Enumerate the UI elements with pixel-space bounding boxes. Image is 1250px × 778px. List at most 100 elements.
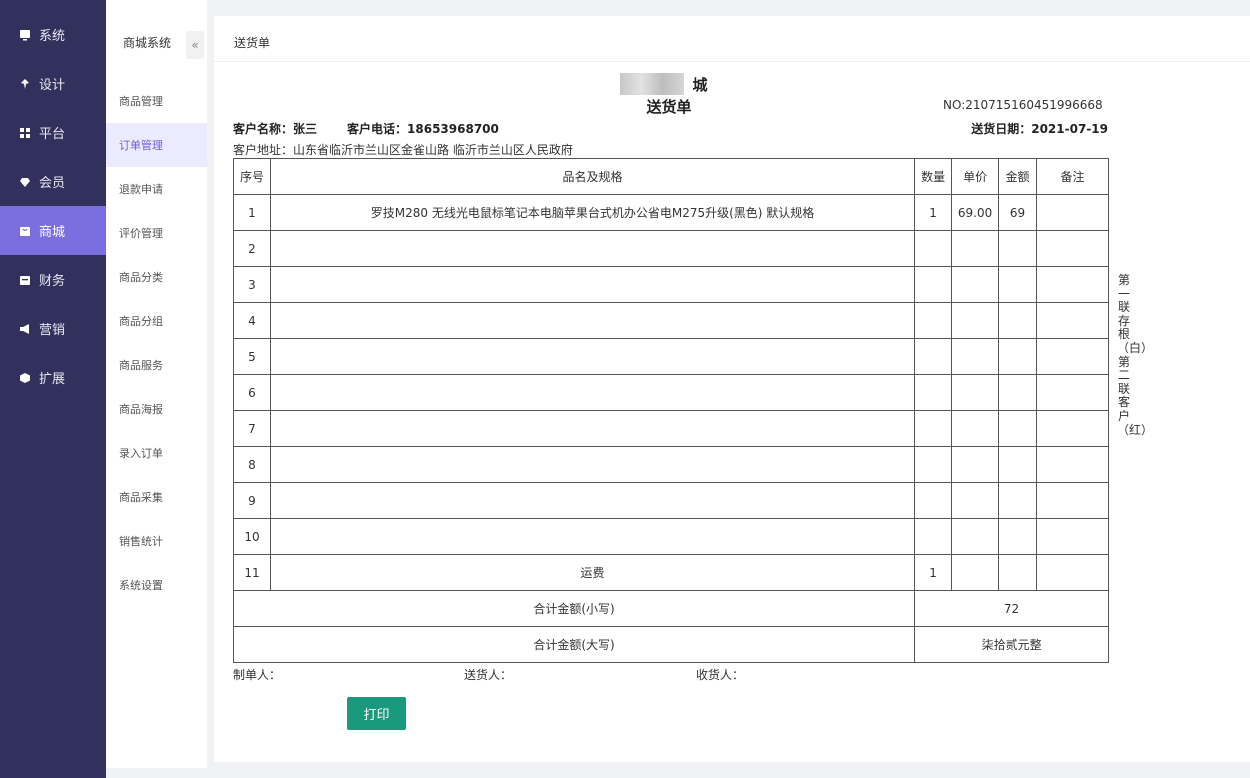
cell-no: 6 bbox=[233, 374, 271, 411]
subnav-item-9[interactable]: 商品采集 bbox=[106, 475, 207, 519]
sidebar-item-4[interactable]: 商城 bbox=[0, 206, 106, 255]
cell-note bbox=[1036, 266, 1109, 303]
goods-table: 序号 品名及规格 数量 单价 金额 备注 1 罗技M280 无线光电鼠标笔记本电脑… bbox=[232, 158, 1109, 663]
subnav-item-4[interactable]: 商品分类 bbox=[106, 255, 207, 299]
cell-note bbox=[1036, 410, 1109, 447]
table-row: 5 bbox=[233, 338, 1109, 375]
cell-qty bbox=[914, 230, 953, 267]
sidebar-item-2[interactable]: 平台 bbox=[0, 108, 106, 157]
table-row: 9 bbox=[233, 482, 1109, 519]
cell-name bbox=[269, 302, 916, 339]
total-big-label: 合计金额(大写) bbox=[232, 626, 916, 663]
table-row: 4 bbox=[233, 302, 1109, 339]
cell-note bbox=[1036, 554, 1109, 591]
subnav-item-6[interactable]: 商品服务 bbox=[106, 343, 207, 387]
cell-name: 罗技M280 无线光电鼠标笔记本电脑苹果台式机办公省电M275升级(黑色) 默认… bbox=[269, 194, 916, 231]
cell-price bbox=[951, 374, 1000, 411]
cell-qty bbox=[914, 266, 953, 303]
cell-no: 2 bbox=[233, 230, 271, 267]
total-big-row: 合计金额(大写) 柒拾贰元整 bbox=[232, 626, 1109, 663]
cell-qty bbox=[914, 518, 953, 555]
cell-price bbox=[951, 518, 1000, 555]
print-button[interactable]: 打印 bbox=[347, 697, 406, 730]
total-small-label: 合计金额(小写) bbox=[232, 590, 916, 627]
col-header-note: 备注 bbox=[1036, 158, 1109, 195]
cell-note bbox=[1036, 374, 1109, 411]
subnav-item-2[interactable]: 退款申请 bbox=[106, 167, 207, 211]
cell-no: 3 bbox=[233, 266, 271, 303]
cell-amount bbox=[998, 518, 1038, 555]
total-small-value: 72 bbox=[914, 590, 1109, 627]
cell-qty: 1 bbox=[914, 194, 953, 231]
sidebar-item-5[interactable]: 财务 bbox=[0, 255, 106, 304]
cell-qty bbox=[914, 446, 953, 483]
system-icon bbox=[18, 28, 31, 41]
cell-name bbox=[269, 410, 916, 447]
subnav-item-3[interactable]: 评价管理 bbox=[106, 211, 207, 255]
table-row: 1 罗技M280 无线光电鼠标笔记本电脑苹果台式机办公省电M275升级(黑色) 默… bbox=[233, 194, 1109, 231]
subnav-item-10[interactable]: 销售统计 bbox=[106, 519, 207, 563]
customer-address: 客户地址：山东省临沂市兰山区金雀山路 临沂市兰山区人民政府 bbox=[233, 143, 573, 157]
cell-no: 10 bbox=[233, 518, 271, 555]
table-row: 3 bbox=[233, 266, 1109, 303]
sidebar-item-6[interactable]: 营销 bbox=[0, 304, 106, 353]
pin-icon bbox=[18, 77, 31, 90]
receiver-label: 收货人： bbox=[696, 668, 745, 682]
cell-amount bbox=[998, 482, 1038, 519]
secondary-sidebar: 商城系统 « 商品管理 订单管理 退款申请 评价管理 商品分类 商品分组 商品服务 商品海报录… bbox=[106, 0, 207, 768]
deliverer-label: 送货人： bbox=[464, 668, 513, 682]
top-strip bbox=[207, 0, 1250, 11]
subnav-item-11[interactable]: 系统设置 bbox=[106, 563, 207, 607]
subnav-item-7[interactable]: 商品海报 bbox=[106, 387, 207, 431]
col-header-index: 序号 bbox=[233, 158, 271, 195]
cell-amount: 69 bbox=[998, 194, 1038, 231]
sidebar-item-0[interactable]: 系统 bbox=[0, 10, 106, 59]
cell-amount bbox=[998, 338, 1038, 375]
sidebar-item-7[interactable]: 扩展 bbox=[0, 353, 106, 402]
delivery-date: 送货日期：2021-07-19 bbox=[971, 122, 1108, 136]
sidebar-item-label: 设计 bbox=[39, 78, 66, 93]
cell-price: 69.00 bbox=[951, 194, 1000, 231]
cell-qty bbox=[914, 482, 953, 519]
cell-no: 7 bbox=[233, 410, 271, 447]
table-row: 2 bbox=[233, 230, 1109, 267]
cell-no: 1 bbox=[233, 194, 271, 231]
cell-no: 4 bbox=[233, 302, 271, 339]
cell-price bbox=[951, 410, 1000, 447]
sidebar-item-1[interactable]: 设计 bbox=[0, 59, 106, 108]
shop-name-text: 城 bbox=[692, 76, 708, 94]
cell-amount bbox=[998, 374, 1038, 411]
cell-qty bbox=[914, 374, 953, 411]
main-panel: 送货单 城 送货单 NO:210715160451996668 客户名称：张三客… bbox=[214, 16, 1250, 762]
document-title: 送货单 bbox=[646, 98, 692, 116]
cell-qty bbox=[914, 338, 953, 375]
cell-price bbox=[951, 446, 1000, 483]
customer-name: 客户名称：张三 bbox=[233, 122, 318, 136]
table-row: 10 bbox=[233, 518, 1109, 555]
cell-name bbox=[269, 482, 916, 519]
cell-name: 运费 bbox=[269, 554, 916, 591]
subnav-item-1[interactable]: 订单管理 bbox=[106, 123, 207, 167]
col-header-amount: 金额 bbox=[998, 158, 1038, 195]
sidebar-item-3[interactable]: 会员 bbox=[0, 157, 106, 206]
total-small-row: 合计金额(小写) 72 bbox=[232, 590, 1109, 627]
wallet-icon bbox=[18, 273, 31, 286]
sidebar-item-label: 系统 bbox=[39, 29, 66, 44]
table-row: 7 bbox=[233, 410, 1109, 447]
cell-qty: 1 bbox=[914, 554, 953, 591]
customer-phone: 客户电话：18653968700 bbox=[347, 122, 499, 136]
megaphone-icon bbox=[18, 322, 31, 335]
cell-amount bbox=[998, 230, 1038, 267]
col-header-name: 品名及规格 bbox=[269, 158, 916, 195]
breadcrumb: 送货单 bbox=[234, 36, 271, 50]
subnav-item-0[interactable]: 商品管理 bbox=[106, 79, 207, 123]
maker-label: 制单人： bbox=[233, 668, 282, 682]
table-row: 6 bbox=[233, 374, 1109, 411]
subnav-item-8[interactable]: 录入订单 bbox=[106, 431, 207, 475]
collapse-icon[interactable]: « bbox=[186, 31, 204, 59]
sidebar-item-label: 扩展 bbox=[39, 372, 66, 387]
cell-note bbox=[1036, 230, 1109, 267]
sidebar-item-label: 商城 bbox=[39, 225, 66, 240]
cell-price bbox=[951, 482, 1000, 519]
subnav-item-5[interactable]: 商品分组 bbox=[106, 299, 207, 343]
